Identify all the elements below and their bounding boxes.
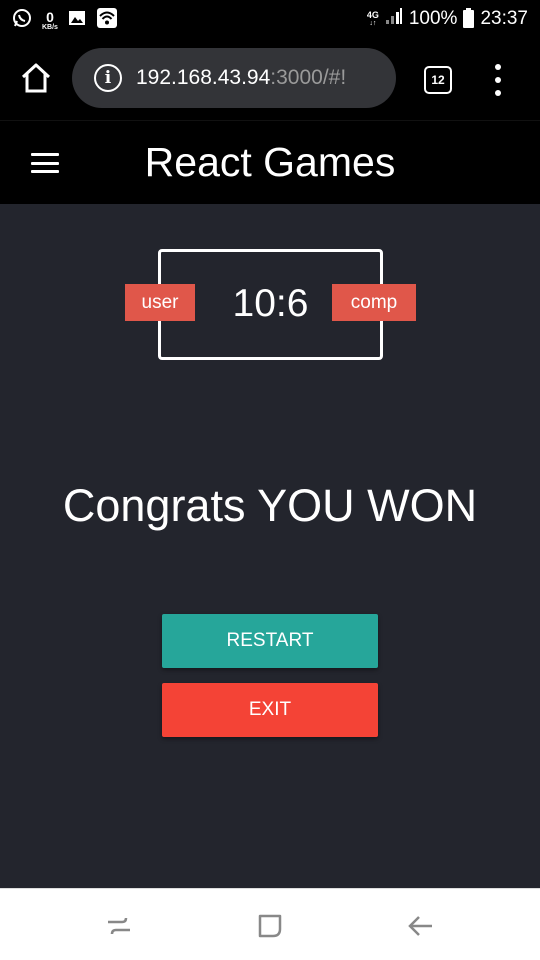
app-header: React Games bbox=[0, 120, 540, 204]
info-icon[interactable]: i bbox=[94, 64, 122, 92]
back-icon[interactable] bbox=[406, 911, 436, 941]
tab-switcher-button[interactable]: 12 bbox=[424, 66, 452, 94]
gallery-icon bbox=[68, 10, 86, 31]
signal-icon bbox=[385, 7, 403, 31]
system-nav-bar bbox=[0, 888, 540, 960]
comp-label: comp bbox=[332, 284, 416, 321]
url-path: :3000/#! bbox=[270, 66, 347, 89]
result-message: Congrats YOU WON bbox=[62, 480, 478, 531]
network-type: 4G ↓↑ bbox=[366, 10, 379, 28]
exit-button[interactable]: EXIT bbox=[162, 683, 378, 737]
network-speed-unit: KB/s bbox=[42, 24, 58, 31]
wifi-icon bbox=[96, 7, 118, 34]
network-speed: 0 KB/s bbox=[42, 10, 58, 31]
url-host: 192.168.43.94 bbox=[136, 66, 271, 89]
whatsapp-icon bbox=[12, 8, 32, 33]
network-type-label: 4G bbox=[366, 10, 379, 20]
app-title: React Games bbox=[144, 139, 396, 185]
overflow-menu-icon[interactable] bbox=[490, 64, 506, 96]
battery-icon bbox=[463, 8, 475, 28]
recents-icon[interactable] bbox=[104, 911, 134, 941]
home-nav-icon[interactable] bbox=[255, 911, 285, 941]
url-text[interactable]: 192.168.43.94:3000/#! bbox=[136, 66, 346, 90]
restart-button[interactable]: RESTART bbox=[162, 614, 378, 668]
battery-percent: 100% bbox=[408, 8, 458, 29]
status-bar: 0 KB/s 4G ↓↑ 100% 23:37 bbox=[0, 0, 540, 38]
clock: 23:37 bbox=[480, 8, 528, 29]
home-icon[interactable] bbox=[18, 60, 54, 96]
network-speed-value: 0 bbox=[46, 9, 54, 25]
user-label: user bbox=[125, 284, 195, 321]
address-bar[interactable]: i 192.168.43.94:3000/#! bbox=[72, 48, 396, 108]
browser-toolbar: i 192.168.43.94:3000/#! 12 bbox=[0, 38, 540, 120]
